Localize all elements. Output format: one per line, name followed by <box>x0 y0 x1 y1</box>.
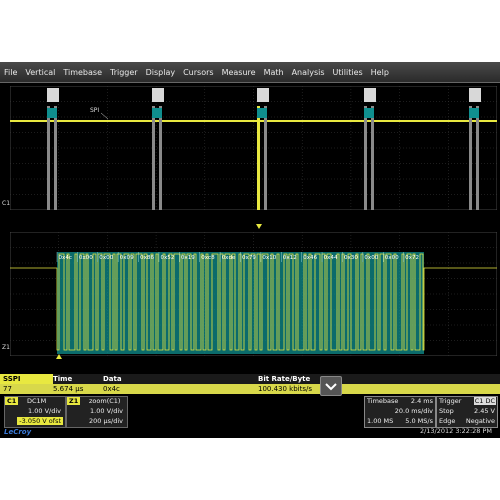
z1-tag: Z1 <box>67 397 81 405</box>
byte-label: 0x79 <box>242 255 256 261</box>
menu-trigger[interactable]: Trigger <box>106 68 142 77</box>
timebase-label: Timebase <box>367 397 399 405</box>
c1-descriptor[interactable]: C1 DC1M 1.00 V/div -3.050 V ofst <box>4 396 66 428</box>
byte-label: 0xde <box>222 255 236 261</box>
trigger-mode: Stop <box>439 407 454 415</box>
byte-label: 0x12 <box>283 255 297 261</box>
row-data: 0x4c <box>103 385 120 393</box>
z1-vdiv: 1.00 V/div <box>90 407 123 415</box>
row-time: 5.674 µs <box>53 385 84 393</box>
menu-timebase[interactable]: Timebase <box>59 68 106 77</box>
menu-utilities[interactable]: Utilities <box>329 68 367 77</box>
zoom-grid[interactable]: 0x4c 0x00 0x00 0x09 0x86 0x52 0x19 0xc8 0xde 0x79… <box>10 232 497 356</box>
col-bitrate: Bit Rate/Byte <box>258 375 311 383</box>
menu-measure[interactable]: Measure <box>218 68 260 77</box>
trigger-marker-top <box>256 224 262 229</box>
menu-vertical[interactable]: Vertical <box>21 68 59 77</box>
timestamp: 2/13/2012 3:22:28 PM <box>419 427 492 435</box>
menu-cursors[interactable]: Cursors <box>179 68 217 77</box>
byte-label: 0x00 <box>99 255 113 261</box>
menu-analysis[interactable]: Analysis <box>288 68 329 77</box>
timebase-delay: 2.4 ms <box>410 397 433 405</box>
byte-label: 0x09 <box>120 255 134 261</box>
overview-grid[interactable]: SPI <box>10 86 497 210</box>
trigger-level: 2.45 V <box>474 407 495 415</box>
channel-label-z1: Z1 <box>2 344 10 351</box>
byte-label: 0x10 <box>262 255 276 261</box>
byte-label: 0x86 <box>140 255 154 261</box>
timebase-per-div: 20.0 ms/div <box>394 407 433 415</box>
channel-label-c1: C1 <box>2 200 11 207</box>
decode-source[interactable]: SSPI <box>0 374 53 384</box>
menu-help[interactable]: Help <box>367 68 393 77</box>
byte-label: 0x00 <box>385 255 399 261</box>
byte-label: 0x4c <box>59 255 73 261</box>
timebase-descriptor[interactable]: Timebase 2.4 ms 20.0 ms/div 1.00 MS 5.0 … <box>364 396 436 428</box>
trigger-tag: C1 DC <box>473 397 496 405</box>
timebase-samples: 1.00 MS <box>367 417 394 425</box>
menu-file[interactable]: File <box>0 68 21 77</box>
c1-offset: -3.050 V ofst <box>17 417 63 425</box>
byte-label: 0x00 <box>79 255 93 261</box>
col-time: Time <box>53 375 73 383</box>
c1-tag: C1 <box>5 397 19 405</box>
trigger-descriptor[interactable]: Trigger C1 DC Stop 2.45 V Edge Negative <box>436 396 498 428</box>
menu-bar: File Vertical Timebase Trigger Display C… <box>0 62 500 83</box>
byte-label: 0x52 <box>160 255 174 261</box>
trigger-slope: Negative <box>465 417 495 425</box>
lecroy-logo: LeCroy <box>4 428 32 436</box>
table-scroll-button[interactable] <box>320 376 342 396</box>
byte-label: 0x72 <box>405 255 419 261</box>
decode-table-row[interactable]: 77 5.674 µs 0x4c 100.430 kbits/s <box>0 384 500 394</box>
row-bitrate: 100.430 kbits/s <box>258 385 313 393</box>
byte-label: 0xc8 <box>201 255 215 261</box>
trigger-label: Trigger <box>439 397 462 405</box>
byte-label: 0x19 <box>181 255 195 261</box>
chevron-down-icon <box>325 383 337 391</box>
byte-label: 0x00 <box>364 255 378 261</box>
c1-vdiv: 1.00 V/div <box>28 407 61 415</box>
col-data: Data <box>103 375 122 383</box>
z1-name: zoom(C1) <box>89 397 121 405</box>
trigger-marker-bottom <box>56 354 62 359</box>
decode-table-header: SSPI Time Data Bit Rate/Byte <box>0 374 500 384</box>
timebase-rate: 5.0 MS/s <box>405 417 433 425</box>
row-index: 77 <box>3 385 12 393</box>
trigger-type: Edge <box>439 417 456 425</box>
menu-display[interactable]: Display <box>142 68 180 77</box>
c1-coupling: DC1M <box>27 397 47 405</box>
z1-descriptor[interactable]: Z1 zoom(C1) 1.00 V/div 200 µs/div <box>66 396 128 428</box>
byte-label: 0x46 <box>303 255 317 261</box>
menu-math[interactable]: Math <box>260 68 288 77</box>
spi-label: SPI <box>90 107 99 114</box>
byte-label: 0x30 <box>344 255 358 261</box>
z1-tdiv: 200 µs/div <box>89 417 123 425</box>
byte-label: 0x44 <box>324 255 338 261</box>
